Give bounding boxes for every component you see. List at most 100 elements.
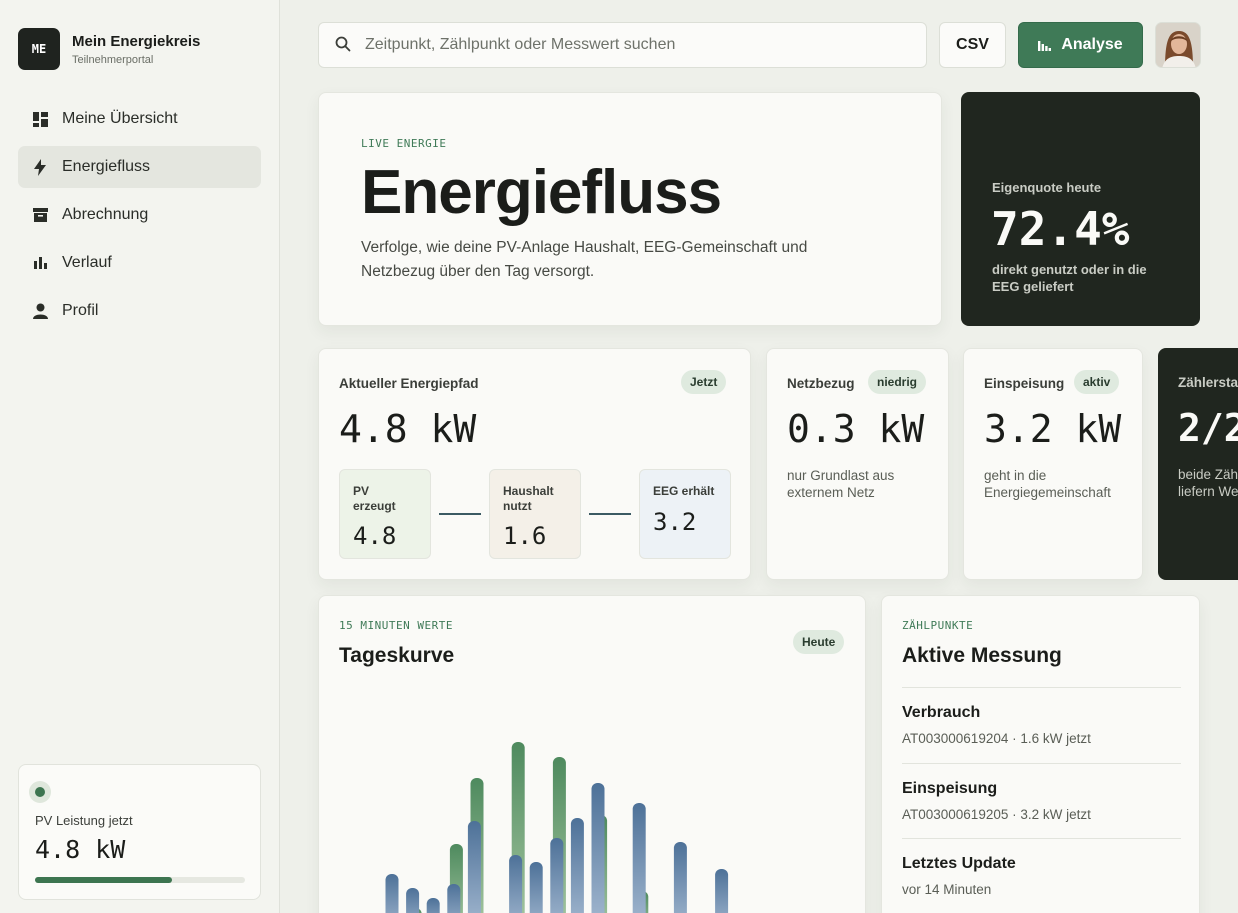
brand[interactable]: ME Mein Energiekreis Teilnehmerportal	[18, 28, 200, 70]
node-label: EEG erhält	[653, 484, 715, 498]
sidebar-item-verlauf[interactable]: Verlauf	[18, 242, 261, 284]
aktive-messung-card: ZÄHLPUNKTE Aktive Messung Verbrauch AT00…	[881, 595, 1200, 913]
chart-bar-blue	[632, 803, 646, 913]
bar-chart-icon	[1038, 39, 1052, 51]
sidebar-item-profil[interactable]: Profil	[18, 290, 261, 332]
chart-bar-blue	[529, 862, 543, 913]
chart-bar-blue	[467, 821, 481, 913]
node-eeg: EEG erhält 3.2	[639, 469, 731, 559]
sidebar-nav: Meine Übersicht Energiefluss Abrechnung …	[18, 98, 261, 338]
csv-export-button[interactable]: CSV	[939, 22, 1006, 68]
chart-title: Tageskurve	[339, 644, 455, 667]
pv-status-card: PV Leistung jetzt 4.8 kW	[18, 764, 261, 900]
sidebar-item-label: Profil	[62, 302, 99, 319]
search-bar[interactable]	[318, 22, 927, 68]
zaehlerstatus-card: Zählersta 2/2 beide Zähl liefern We	[1158, 348, 1238, 580]
status-badge: Heute	[793, 630, 845, 654]
brand-logo: ME	[18, 28, 60, 70]
einspeisung-card: Einspeisung aktiv 3.2 kW geht in die Ene…	[963, 348, 1143, 580]
row-subtitle: vor 14 Minuten	[902, 882, 992, 897]
chart-bar-blue	[426, 898, 440, 913]
search-icon	[335, 36, 353, 54]
row-title: Letztes Update	[902, 855, 1016, 872]
sidebar-item-energiefluss[interactable]: Energiefluss	[18, 146, 261, 188]
node-label: Haushalt nutzt	[503, 484, 554, 513]
archive-icon	[32, 207, 48, 223]
brand-title: Mein Energiekreis	[72, 32, 201, 50]
list-item[interactable]: Letztes Update vor 14 Minuten	[902, 838, 1181, 913]
card-title: Zählersta	[1178, 375, 1238, 390]
chart-bar-blue	[447, 884, 461, 913]
sidebar-item-uebersicht[interactable]: Meine Übersicht	[18, 98, 261, 140]
eigenquote-label: Eigenquote heute	[992, 180, 1102, 195]
row-title: Verbrauch	[902, 704, 981, 721]
status-badge: niedrig	[868, 370, 927, 394]
node-pv: PV erzeugt 4.8	[339, 469, 431, 559]
sidebar-item-label: Verlauf	[62, 254, 112, 271]
hero-eyebrow: LIVE ENERGIE	[361, 137, 447, 150]
page-title: Energiefluss	[361, 158, 722, 227]
node-value: 3.2	[653, 508, 697, 536]
netzbezug-value: 0.3 kW	[787, 407, 925, 451]
sidebar-item-label: Abrechnung	[62, 206, 149, 223]
energy-path-value: 4.8 kW	[339, 407, 477, 451]
chart-bar-blue	[385, 874, 399, 913]
chart-eyebrow: 15 MINUTEN WERTE	[339, 619, 453, 632]
sidebar: ME Mein Energiekreis Teilnehmerportal Me…	[0, 0, 280, 913]
netzbezug-card: Netzbezug niedrig 0.3 kW nur Grundlast a…	[766, 348, 949, 580]
list-item[interactable]: Einspeisung AT003000619205 · 3.2 kW jetz…	[902, 763, 1181, 839]
bar-chart-icon	[32, 255, 48, 271]
sidebar-item-label: Energiefluss	[62, 158, 151, 175]
row-subtitle: AT003000619204 · 1.6 kW jetzt	[902, 731, 1091, 746]
bolt-icon	[32, 158, 48, 176]
chart-bar-blue	[673, 842, 687, 913]
status-indicator	[29, 781, 51, 803]
zaehlerstatus-description: beide Zähl liefern We	[1178, 466, 1238, 500]
einspeisung-description: geht in die Energiegemeinschaft	[984, 468, 1111, 500]
pv-progress-fill	[35, 877, 172, 883]
zaehlerstatus-description-line: beide Zähl	[1178, 467, 1238, 482]
row-subtitle: AT003000619205 · 3.2 kW jetzt	[902, 807, 1091, 822]
analyse-button[interactable]: Analyse	[1018, 22, 1143, 68]
node-value: 1.6	[503, 522, 547, 550]
card-title: Aktueller Energiepfad	[339, 376, 479, 391]
eigenquote-value: 72.4%	[991, 202, 1130, 256]
card-title: Einspeisung	[984, 376, 1065, 391]
node-value: 4.8	[353, 522, 397, 550]
node-label: PV erzeugt	[353, 484, 396, 513]
chart-bar-blue	[591, 783, 605, 913]
status-badge: aktiv	[1074, 370, 1120, 394]
zaehlerstatus-description-line: liefern We	[1178, 484, 1238, 499]
card-title: Netzbezug	[787, 376, 855, 391]
hero-card: LIVE ENERGIE Energiefluss Verfolge, wie …	[318, 92, 942, 326]
search-input[interactable]	[365, 36, 885, 54]
netzbezug-description: nur Grundlast aus externem Netz	[787, 468, 895, 500]
pv-value: 4.8 kW	[35, 835, 126, 864]
chart-bar-blue	[570, 818, 584, 913]
avatar[interactable]	[1155, 22, 1201, 68]
hero-description: Verfolge, wie deine PV-Anlage Haushalt, …	[361, 239, 808, 280]
chart-bar-blue	[509, 855, 523, 913]
tageskurve-card: 15 MINUTEN WERTE Tageskurve Heute	[318, 595, 866, 913]
mess-eyebrow: ZÄHLPUNKTE	[902, 619, 974, 632]
eigenquote-description: direkt genutzt oder in die EEG geliefert	[992, 262, 1147, 294]
chart-bar-blue	[550, 838, 564, 913]
einspeisung-value: 3.2 kW	[984, 407, 1122, 451]
eigenquote-card: Eigenquote heute 72.4% direkt genutzt od…	[961, 92, 1200, 326]
sidebar-item-abrechnung[interactable]: Abrechnung	[18, 194, 261, 236]
list-item[interactable]: Verbrauch AT003000619204 · 1.6 kW jetzt	[902, 687, 1181, 763]
zaehlerstatus-value: 2/2	[1178, 406, 1238, 450]
dashboard-icon	[32, 111, 48, 127]
node-haushalt: Haushalt nutzt 1.6	[489, 469, 581, 559]
flow-connector	[439, 513, 481, 515]
chart-bar-blue	[715, 869, 729, 913]
pv-progress-bar	[35, 877, 245, 883]
flow-connector	[589, 513, 631, 515]
brand-subtitle: Teilnehmerportal	[72, 53, 154, 66]
status-badge: Jetzt	[681, 370, 727, 394]
sidebar-item-label: Meine Übersicht	[62, 110, 178, 127]
energy-path-card: Aktueller Energiepfad Jetzt 4.8 kW PV er…	[318, 348, 751, 580]
analyse-label: Analyse	[1061, 36, 1123, 53]
user-icon	[32, 303, 48, 319]
chart-bar-blue	[406, 888, 420, 913]
